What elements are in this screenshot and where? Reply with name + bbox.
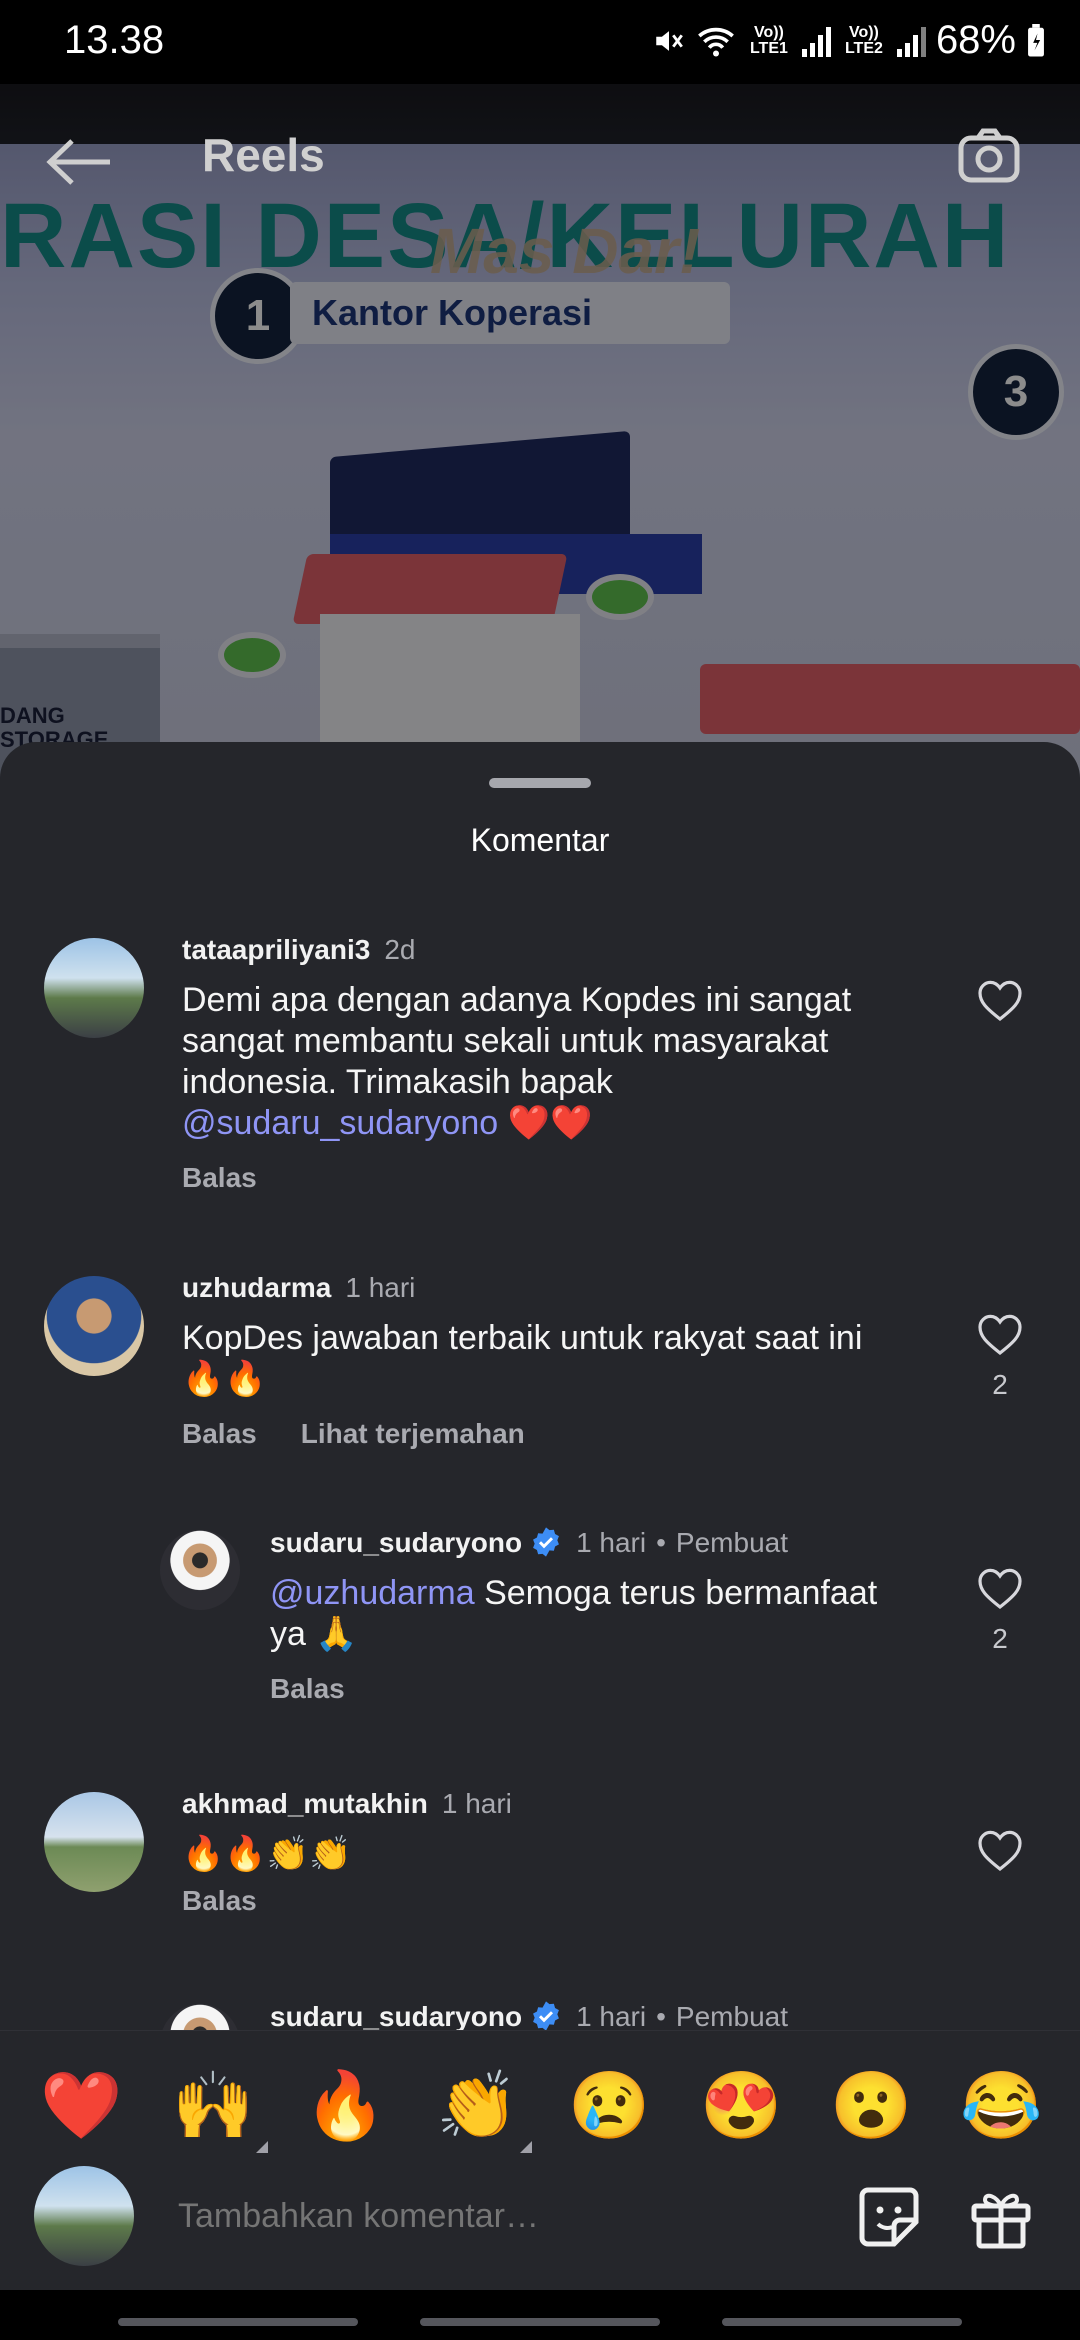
video-dim-overlay: [0, 84, 1080, 784]
comment-username[interactable]: tataapriliyani3: [182, 934, 370, 965]
emoji-raised-hands-button[interactable]: 🙌: [172, 2065, 269, 2153]
signal-icon: [801, 25, 831, 57]
emoji-crying-button[interactable]: 😢: [568, 2065, 650, 2145]
verified-badge-icon: [533, 2001, 559, 2031]
comment-input[interactable]: [176, 2196, 820, 2237]
skin-tone-indicator: [256, 2141, 269, 2153]
sticker-icon[interactable]: [856, 2184, 922, 2250]
gift-icon[interactable]: [968, 2184, 1034, 2250]
emoji-laughing-button[interactable]: 😂: [960, 2065, 1042, 2145]
mention-link[interactable]: @sudaru_sudaryono: [182, 1104, 498, 1142]
my-avatar: [34, 2166, 134, 2266]
avatar[interactable]: [44, 1792, 144, 1892]
like-button[interactable]: [972, 978, 1028, 1027]
heart-icon: [978, 1830, 1022, 1872]
status-icons: Vo)) LTE1 Vo)) LTE2 68%: [652, 18, 1046, 63]
status-bar: 13.38 Vo)) LTE1 Vo)) LTE2 68%: [0, 0, 1080, 84]
comment-username[interactable]: sudaru_sudaryono: [270, 2001, 522, 2032]
comment-time: 1 hari: [576, 1527, 647, 1558]
like-button[interactable]: 2: [972, 1312, 1028, 1401]
sim2-label: Vo)) LTE2: [844, 23, 883, 57]
emoji-surprised-button[interactable]: 😮: [830, 2065, 912, 2145]
skin-tone-indicator: [520, 2141, 533, 2153]
comment-text: KopDes jawaban terbaik untuk rakyat saat…: [182, 1319, 863, 1398]
comment-username[interactable]: sudaru_sudaryono: [270, 1527, 522, 1558]
sheet-title: Komentar: [470, 822, 610, 858]
creator-label: Pembuat: [675, 1527, 788, 1558]
battery-percent: 68%: [935, 18, 1016, 62]
comment-text: Demi apa dengan adanya Kopdes ini sangat…: [182, 981, 852, 1142]
camera-icon[interactable]: [958, 128, 1020, 183]
sheet-drag-handle[interactable]: [489, 778, 591, 788]
comment-emojis: 🔥🔥👏👏: [182, 1835, 352, 1873]
translate-link[interactable]: Lihat terjemahan: [301, 1418, 525, 1449]
mute-icon: [656, 30, 683, 51]
like-count: 2: [992, 1369, 1008, 1400]
emoji-heart-button[interactable]: ❤️: [40, 2065, 122, 2145]
heart-icon: [978, 980, 1022, 1022]
status-time: 13.38: [64, 18, 165, 62]
emoji-quick-bar: ❤️ 🙌 🔥 👏 😢 😍 😮 😂: [0, 2030, 1080, 2181]
comment-username[interactable]: uzhudarma: [182, 1272, 331, 1303]
comment-time: 2d: [384, 934, 416, 965]
creator-label: Pembuat: [675, 2001, 788, 2032]
emoji-clap-button[interactable]: 👏: [436, 2065, 533, 2153]
like-button[interactable]: [972, 1828, 1028, 1877]
nav-handle[interactable]: [118, 2318, 358, 2326]
emoji-fire-button[interactable]: 🔥: [304, 2065, 386, 2145]
comment-time: 1 hari: [441, 1788, 512, 1819]
comment-emojis: 🔥🔥: [182, 1360, 267, 1398]
reply-button[interactable]: Balas: [182, 1162, 257, 1193]
system-nav-bar: [0, 2290, 1080, 2340]
comment-emojis: 🙏: [315, 1615, 358, 1653]
signal-icon: [896, 25, 926, 57]
battery-icon: [1028, 23, 1044, 56]
like-button[interactable]: 2: [972, 1566, 1028, 1655]
avatar[interactable]: [44, 938, 144, 1038]
comment-composer: [0, 2160, 1080, 2270]
nav-handle[interactable]: [722, 2318, 962, 2326]
page-title: Reels: [202, 129, 325, 181]
reply-button[interactable]: Balas: [270, 1673, 345, 1704]
comment-username[interactable]: akhmad_mutakhin: [182, 1788, 428, 1819]
reel-video[interactable]: RASI DESA/KELURAH Mas Dar! 1 3 Kantor Ko…: [0, 84, 1080, 784]
reply-button[interactable]: Balas: [182, 1418, 257, 1449]
avatar[interactable]: [160, 1530, 240, 1610]
verified-badge-icon: [533, 1527, 559, 1557]
avatar[interactable]: [44, 1276, 144, 1376]
heart-icon: [978, 1568, 1022, 1610]
comment-emojis: ❤️❤️: [507, 1104, 593, 1142]
comment-text: @uzhudarma Semoga terus bermanfaat ya 🙏: [270, 1574, 878, 1653]
heart-icon: [978, 1314, 1022, 1356]
reply-button[interactable]: Balas: [182, 1885, 257, 1916]
nav-handle[interactable]: [420, 2318, 660, 2326]
sim1-label: Vo)) LTE1: [749, 23, 788, 57]
comment-time: 1 hari: [345, 1272, 416, 1303]
emoji-heart-eyes-button[interactable]: 😍: [700, 2065, 782, 2145]
back-arrow-icon[interactable]: [44, 134, 114, 201]
mention-link[interactable]: @uzhudarma: [270, 1574, 475, 1612]
like-count: 2: [992, 1623, 1008, 1654]
wifi-icon: [698, 27, 734, 56]
comment-time: 1 hari: [576, 2001, 647, 2032]
